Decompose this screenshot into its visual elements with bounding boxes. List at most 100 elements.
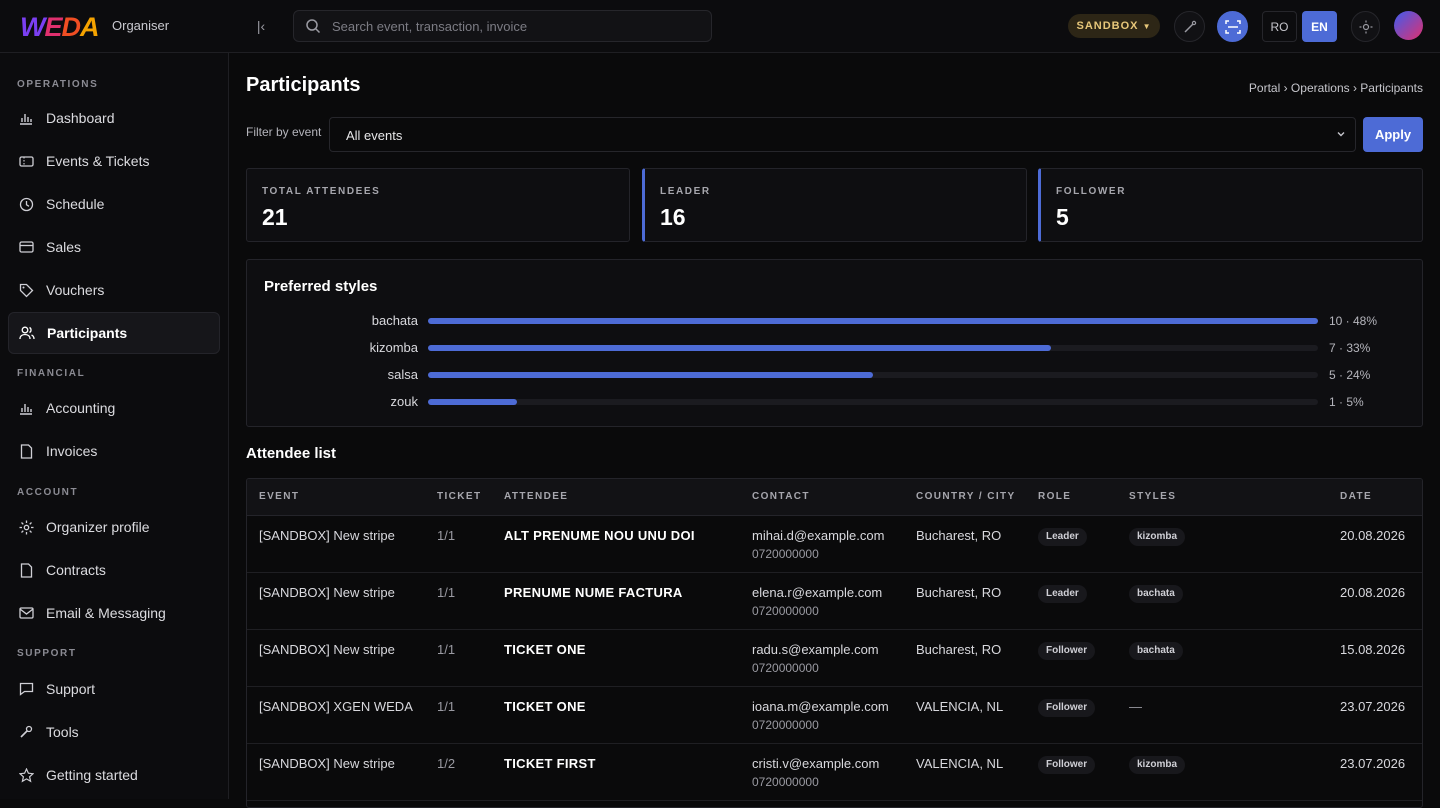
bar-fill <box>428 399 517 405</box>
cell-contact: radu.s@example.com 0720000000 <box>752 642 879 675</box>
bar-fill <box>428 372 873 378</box>
contact-email[interactable]: cristi.v@example.com <box>752 756 879 771</box>
cell-date: 23.07.2026 <box>1340 756 1406 771</box>
role-badge: Follower <box>1038 756 1096 774</box>
apply-button[interactable]: Apply <box>1363 117 1423 152</box>
cell-event: [SANDBOX] New stripe <box>259 756 395 771</box>
cell-date: 15.08.2026 <box>1340 642 1406 657</box>
cell-event: [SANDBOX] XGEN WEDA <box>259 699 413 714</box>
cell-date: 20.08.2026 <box>1340 585 1406 600</box>
cell-contact: elena.r@example.com 0720000000 <box>752 585 882 618</box>
cell-location: Bucharest, RO <box>916 642 1002 657</box>
cell-location: Bucharest, RO <box>916 585 1002 600</box>
sidebar-item-organizer-profile[interactable]: Organizer profile <box>8 506 220 548</box>
style-bar-row: kizomba 7 · 33% <box>369 340 1371 355</box>
style-badge: kizomba <box>1129 528 1186 546</box>
bar-track <box>428 372 1318 378</box>
cell-event: [SANDBOX] New stripe <box>259 642 395 657</box>
sidebar-item-vouchers[interactable]: Vouchers <box>8 269 220 311</box>
cell-ticket: 1/1 <box>437 585 456 600</box>
search-box <box>293 10 712 42</box>
collapse-sidebar-icon[interactable]: |‹ <box>251 16 271 36</box>
style-badge: bachata <box>1129 642 1183 660</box>
stat-follower: FOLLOWER 5 <box>1038 168 1423 242</box>
style-badge: bachata <box>1129 585 1183 603</box>
sidebar-item-support[interactable]: Support <box>8 668 220 710</box>
cell-contact: cristi.v@example.com 0720000000 <box>752 756 879 789</box>
sidebar-section-operations: OPERATIONS <box>17 79 99 90</box>
sidebar-item-sales[interactable]: Sales <box>8 226 220 268</box>
sidebar: OPERATIONS Dashboard Events & Tickets Sc… <box>0 53 229 799</box>
weda-logo[interactable]: WEDA <box>20 12 99 43</box>
sidebar-item-dashboard[interactable]: Dashboard <box>8 97 220 139</box>
chevron-down-icon <box>1337 132 1345 137</box>
sidebar-item-contracts[interactable]: Contracts <box>8 549 220 591</box>
scan-button[interactable] <box>1217 11 1248 42</box>
sidebar-item-participants[interactable]: Participants <box>8 312 220 354</box>
table-row[interactable]: [SANDBOX] XGEN WEDA 1/1 TICKET ONE ioana.m@… <box>247 687 1422 744</box>
contact-phone: 0720000000 <box>752 661 819 675</box>
role-badge: Follower <box>1038 699 1096 717</box>
filter-label: Filter by event <box>246 125 322 139</box>
wand-button[interactable] <box>1174 11 1205 42</box>
cell-event: [SANDBOX] New stripe <box>259 528 395 543</box>
sidebar-item-invoices[interactable]: Invoices <box>8 430 220 472</box>
style-bar-row: bachata 10 · 48% <box>371 313 1378 328</box>
top-bar: WEDA Organiser |‹ SANDBOX ▼ RO EN <box>0 0 1440 53</box>
avatar[interactable] <box>1394 11 1423 40</box>
theme-toggle-button[interactable] <box>1351 11 1380 42</box>
cell-contact: mihai.d@example.com 0720000000 <box>752 528 884 561</box>
gear-icon <box>17 518 35 536</box>
cell-location: VALENCIA, NL <box>916 756 1004 771</box>
contact-phone: 0720000000 <box>752 775 819 789</box>
scan-icon <box>1224 19 1241 34</box>
sidebar-item-getting-started[interactable]: Getting started <box>8 754 220 796</box>
lang-en-button[interactable]: EN <box>1302 11 1337 42</box>
contact-email[interactable]: ioana.m@example.com <box>752 699 889 714</box>
sidebar-item-email-messaging[interactable]: Email & Messaging <box>8 592 220 634</box>
event-filter-select[interactable]: All events <box>329 117 1356 152</box>
cell-ticket: 1/1 <box>437 699 456 714</box>
document-icon <box>17 561 35 579</box>
stat-leader: LEADER 16 <box>642 168 1027 242</box>
panel-title: Preferred styles <box>264 278 378 295</box>
cell-attendee: TICKET ONE <box>504 642 586 657</box>
card-icon <box>17 238 35 256</box>
sandbox-dropdown[interactable]: SANDBOX ▼ <box>1068 14 1160 38</box>
contact-email[interactable]: mihai.d@example.com <box>752 528 884 543</box>
style-bar-row: salsa 5 · 24% <box>387 367 1371 382</box>
cell-styles: — <box>1129 699 1142 714</box>
style-bar-row: zouk 1 · 5% <box>390 394 1364 409</box>
search-icon <box>306 19 321 34</box>
lang-ro-button[interactable]: RO <box>1262 11 1297 42</box>
table-row[interactable]: [SANDBOX] New stripe 1/1 ALT PRENUME NOU U… <box>247 516 1422 573</box>
star-icon <box>17 766 35 784</box>
document-icon <box>17 442 35 460</box>
sidebar-item-accounting[interactable]: Accounting <box>8 387 220 429</box>
table-row[interactable]: [SANDBOX] New stripe 1/1 PRENUME NUME FACT… <box>247 573 1422 630</box>
sidebar-item-schedule[interactable]: Schedule <box>8 183 220 225</box>
sidebar-section-account: ACCOUNT <box>17 487 79 498</box>
chat-icon <box>17 680 35 698</box>
org-label: Organiser <box>112 18 170 33</box>
chart-icon <box>17 109 35 127</box>
chart-icon <box>17 399 35 417</box>
attendee-table: EVENT TICKET ATTENDEE CONTACT COUNTRY / … <box>246 478 1423 808</box>
clock-icon <box>17 195 35 213</box>
bar-fill <box>428 345 1051 351</box>
sidebar-item-events-tickets[interactable]: Events & Tickets <box>8 140 220 182</box>
bar-track <box>428 318 1318 324</box>
breadcrumb[interactable]: Portal › Operations › Participants <box>1249 81 1423 95</box>
chevron-down-icon: ▼ <box>1142 22 1152 31</box>
table-row[interactable]: [SANDBOX] New stripe 1/1 TICKET ONE radu.s@… <box>247 630 1422 687</box>
wrench-icon <box>17 723 35 741</box>
cell-date: 23.07.2026 <box>1340 699 1406 714</box>
contact-email[interactable]: radu.s@example.com <box>752 642 879 657</box>
sidebar-item-tools[interactable]: Tools <box>8 711 220 753</box>
table-row[interactable]: [SANDBOX] New stripe 1/2 TICKET FIRST crist… <box>247 744 1422 801</box>
contact-phone: 0720000000 <box>752 604 819 618</box>
cell-ticket: 1/1 <box>437 642 456 657</box>
contact-email[interactable]: elena.r@example.com <box>752 585 882 600</box>
search-input[interactable] <box>332 11 702 41</box>
cell-location: Bucharest, RO <box>916 528 1002 543</box>
